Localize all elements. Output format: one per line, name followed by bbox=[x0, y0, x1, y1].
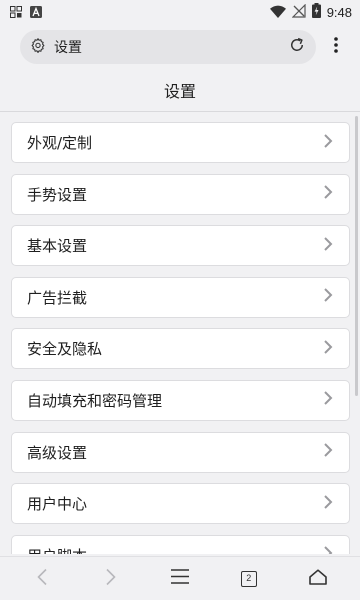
address-text: 设置 bbox=[54, 40, 82, 56]
settings-item-ad-block[interactable]: 广告拦截 bbox=[11, 276, 350, 318]
settings-item-label: 安全及隐私 bbox=[27, 340, 103, 359]
settings-item-security-privacy[interactable]: 安全及隐私 bbox=[11, 328, 350, 370]
chevron-right-icon bbox=[105, 568, 117, 590]
browser-settings-screen: 9:48 设置 设置 外观/定制 手势设置 基本设置 广告拦截 安全及隐私 自动… bbox=[0, 0, 360, 600]
chevron-right-icon bbox=[323, 184, 333, 204]
settings-item-label: 用户脚本 bbox=[27, 545, 87, 554]
settings-item-label: 用户中心 bbox=[27, 495, 88, 514]
home-button[interactable] bbox=[298, 559, 338, 599]
settings-item-user-scripts[interactable]: 用户脚本 bbox=[11, 534, 350, 554]
wifi-icon bbox=[269, 3, 286, 22]
chevron-right-icon bbox=[323, 442, 333, 462]
back-button[interactable] bbox=[22, 559, 62, 599]
gear-icon bbox=[30, 37, 46, 57]
settings-item-gestures[interactable]: 手势设置 bbox=[11, 173, 350, 215]
chevron-right-icon bbox=[323, 236, 333, 256]
status-right-icons: 9:48 bbox=[269, 2, 352, 22]
tab-count: 2 bbox=[240, 570, 257, 587]
chevron-right-icon bbox=[323, 494, 333, 514]
letter-a-icon bbox=[30, 3, 42, 22]
page-title: 设置 bbox=[163, 82, 196, 101]
more-vertical-icon bbox=[334, 37, 338, 57]
settings-item-basic[interactable]: 基本设置 bbox=[11, 225, 350, 267]
signal-off-icon bbox=[291, 3, 306, 22]
hamburger-menu-icon bbox=[170, 569, 189, 588]
battery-charging-icon bbox=[311, 2, 321, 22]
address-row: 设置 bbox=[0, 28, 360, 66]
settings-item-label: 手势设置 bbox=[27, 185, 88, 204]
title-divider bbox=[0, 111, 360, 112]
menu-button[interactable] bbox=[160, 559, 200, 599]
settings-list: 外观/定制 手势设置 基本设置 广告拦截 安全及隐私 自动填充和密码管理 高级设… bbox=[11, 122, 350, 554]
home-icon bbox=[308, 568, 327, 589]
settings-item-label: 自动填充和密码管理 bbox=[27, 391, 163, 410]
chevron-right-icon bbox=[323, 287, 333, 307]
settings-item-label: 高级设置 bbox=[27, 443, 88, 462]
settings-item-label: 广告拦截 bbox=[27, 288, 88, 307]
chevron-right-icon bbox=[323, 339, 333, 359]
settings-item-label: 外观/定制 bbox=[27, 134, 93, 152]
notification-grid-icon bbox=[10, 3, 22, 22]
more-menu-button[interactable] bbox=[324, 30, 348, 64]
settings-item-user-center[interactable]: 用户中心 bbox=[11, 483, 350, 525]
reload-icon[interactable] bbox=[288, 36, 306, 58]
chevron-right-icon bbox=[323, 133, 333, 153]
bottom-nav: 2 bbox=[0, 556, 360, 600]
tabs-button[interactable]: 2 bbox=[229, 559, 269, 599]
scrollbar-thumb[interactable] bbox=[355, 116, 358, 396]
status-time: 9:48 bbox=[326, 4, 352, 20]
settings-item-autofill-passwords[interactable]: 自动填充和密码管理 bbox=[11, 379, 350, 421]
address-bar[interactable]: 设置 bbox=[20, 30, 316, 64]
status-left-icons bbox=[10, 3, 42, 22]
chevron-right-icon bbox=[323, 390, 333, 410]
settings-item-label: 基本设置 bbox=[27, 237, 88, 256]
chevron-right-icon bbox=[323, 545, 333, 554]
settings-item-advanced[interactable]: 高级设置 bbox=[11, 431, 350, 473]
settings-item-appearance[interactable]: 外观/定制 bbox=[11, 122, 350, 163]
chevron-left-icon bbox=[36, 568, 48, 590]
forward-button[interactable] bbox=[91, 559, 131, 599]
status-bar: 9:48 bbox=[0, 0, 360, 24]
